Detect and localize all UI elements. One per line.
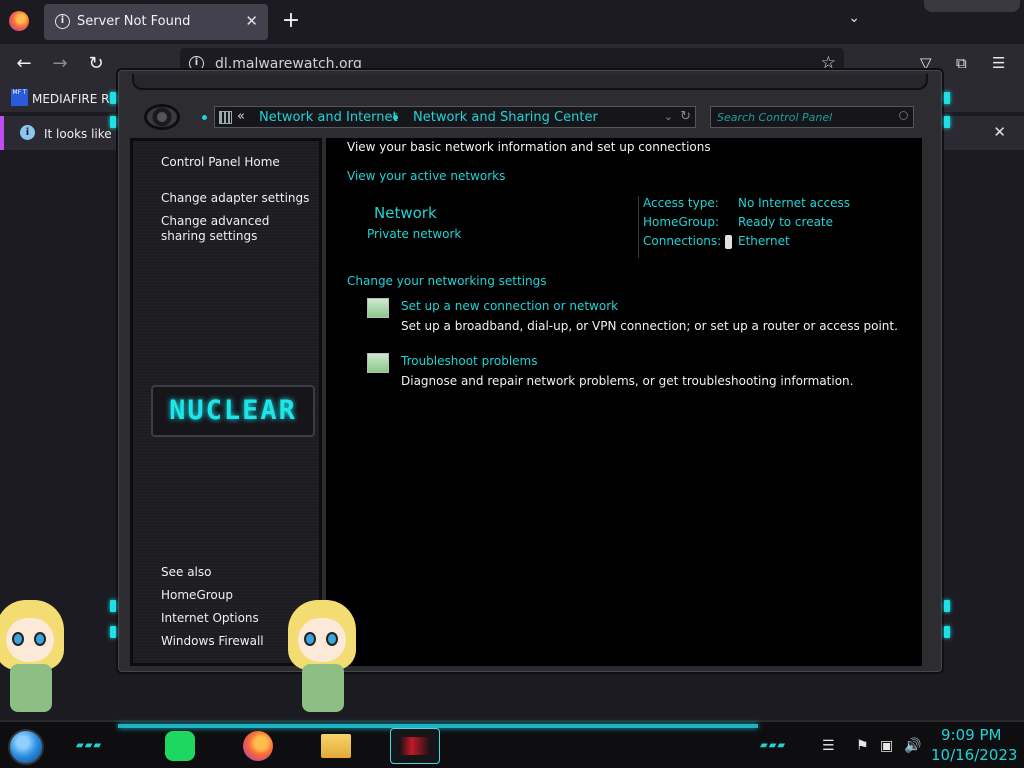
window-caption-area bbox=[924, 0, 1020, 12]
start-button[interactable] bbox=[8, 729, 44, 765]
refresh-icon[interactable]: ↻ bbox=[680, 109, 691, 124]
network-name: Network bbox=[374, 204, 437, 222]
folder-icon bbox=[321, 734, 351, 758]
change-settings-heading: Change your networking settings bbox=[347, 274, 547, 288]
main-content: View your basic network information and … bbox=[326, 138, 922, 666]
ethernet-icon bbox=[725, 235, 732, 249]
nav-dot-icon bbox=[202, 115, 207, 120]
divider bbox=[638, 196, 639, 258]
firefox-taskbar-button[interactable] bbox=[238, 728, 278, 764]
info-icon: i bbox=[55, 14, 70, 29]
sidebar-internet-options[interactable]: Internet Options bbox=[161, 611, 259, 626]
extensions-icon[interactable]: ⧉ bbox=[956, 54, 967, 72]
setup-connection-link[interactable]: Set up a new connection or network bbox=[401, 299, 618, 313]
frame-accent bbox=[110, 116, 116, 128]
character-body bbox=[302, 664, 344, 712]
homegroup-value-link[interactable]: Ready to create bbox=[738, 215, 833, 229]
troubleshoot-desc: Diagnose and repair network problems, or… bbox=[401, 374, 854, 388]
frame-accent bbox=[110, 600, 116, 612]
network-tray-icon[interactable]: ▣ bbox=[880, 738, 893, 754]
nuclear-theme-logo: NUCLEAR bbox=[151, 385, 315, 437]
back-arrow-icon[interactable]: ← bbox=[13, 53, 35, 75]
search-placeholder: Search Control Panel bbox=[717, 111, 833, 124]
spotify-icon bbox=[165, 731, 195, 761]
character-eye bbox=[304, 632, 316, 646]
access-type-label: Access type: bbox=[643, 196, 719, 210]
list-all-tabs-chevron-icon[interactable]: ⌄ bbox=[848, 10, 860, 26]
control-panel-window: « Network and Internet Network and Shari… bbox=[110, 68, 950, 674]
troubleshoot-icon bbox=[367, 353, 389, 373]
troubleshoot-link[interactable]: Troubleshoot problems bbox=[401, 354, 537, 368]
setup-connection-desc: Set up a broadband, dial-up, or VPN conn… bbox=[401, 319, 898, 333]
close-tab-icon[interactable]: ✕ bbox=[245, 12, 258, 30]
taskbar-decoration: ▰▰▰ bbox=[76, 740, 103, 751]
clock-time[interactable]: 9:09 PM bbox=[941, 726, 1001, 744]
frame-accent bbox=[944, 116, 950, 128]
ethernet-connection-link[interactable]: Ethernet bbox=[738, 234, 790, 248]
frame-accent bbox=[110, 92, 116, 104]
sidebar-homegroup[interactable]: HomeGroup bbox=[161, 588, 233, 603]
frame-accent bbox=[944, 92, 950, 104]
search-icon[interactable] bbox=[899, 111, 908, 120]
active-networks-heading: View your active networks bbox=[347, 169, 506, 183]
sidebar-control-panel-home[interactable]: Control Panel Home bbox=[161, 155, 280, 170]
breadcrumb-overflow-icon[interactable]: « bbox=[237, 109, 245, 124]
window-top-frame bbox=[132, 74, 928, 90]
sidebar-windows-firewall[interactable]: Windows Firewall bbox=[161, 634, 264, 649]
action-center-flag-icon[interactable]: ⚑ bbox=[856, 738, 869, 754]
taskbar-decoration: ▰▰▰ bbox=[760, 740, 787, 751]
spotify-taskbar-button[interactable] bbox=[160, 728, 200, 764]
desktop-character-image bbox=[0, 600, 66, 720]
frame-accent bbox=[944, 626, 950, 638]
file-explorer-taskbar-button[interactable] bbox=[316, 728, 356, 764]
volume-icon[interactable]: 🔊 bbox=[904, 738, 921, 754]
desktop-character-image bbox=[288, 600, 358, 720]
control-panel-icon bbox=[399, 737, 431, 755]
browser-tab-bar: i Server Not Found ✕ + ⌄ bbox=[0, 0, 1024, 44]
reload-icon[interactable]: ↻ bbox=[85, 53, 107, 75]
new-tab-button[interactable]: + bbox=[280, 8, 302, 34]
firefox-logo-icon[interactable] bbox=[9, 11, 29, 31]
browser-tab[interactable]: i Server Not Found ✕ bbox=[44, 4, 268, 40]
access-type-value: No Internet access bbox=[738, 196, 851, 210]
network-type-link[interactable]: Private network bbox=[367, 227, 461, 241]
notification-text: It looks like bbox=[44, 127, 112, 141]
address-bar[interactable]: « Network and Internet Network and Shari… bbox=[214, 106, 696, 128]
new-connection-icon bbox=[367, 298, 389, 318]
breadcrumb-separator-icon[interactable] bbox=[393, 115, 398, 120]
see-also-heading: See also bbox=[161, 565, 212, 579]
sidebar-change-advanced-sharing[interactable]: Change advanced sharing settings bbox=[161, 214, 311, 244]
homegroup-label: HomeGroup: bbox=[643, 215, 720, 229]
forward-arrow-icon[interactable]: → bbox=[49, 53, 71, 75]
character-body bbox=[10, 664, 52, 712]
close-notification-icon[interactable]: ✕ bbox=[993, 123, 1006, 141]
frame-accent bbox=[110, 626, 116, 638]
mediafire-bookmark-icon[interactable]: MF T bbox=[11, 89, 28, 106]
taskbar-accent-glow bbox=[118, 724, 758, 728]
control-panel-icon bbox=[219, 111, 232, 124]
bookmark-mediafire[interactable]: MEDIAFIRE RO bbox=[32, 92, 119, 106]
control-panel-taskbar-button[interactable] bbox=[390, 728, 440, 764]
character-eye bbox=[326, 632, 338, 646]
menu-hamburger-icon[interactable]: ☰ bbox=[992, 54, 1005, 72]
connections-label: Connections: bbox=[643, 234, 722, 248]
sidebar: Control Panel Home Change adapter settin… bbox=[130, 138, 322, 666]
show-hidden-icons-icon[interactable]: ☰ bbox=[822, 738, 835, 754]
breadcrumb-network-sharing-center[interactable]: Network and Sharing Center bbox=[413, 110, 598, 125]
frame-accent bbox=[944, 600, 950, 612]
clock-date[interactable]: 10/16/2023 bbox=[931, 746, 1017, 764]
breadcrumb-network-and-internet[interactable]: Network and Internet bbox=[259, 110, 398, 125]
character-eye bbox=[34, 632, 46, 646]
back-forward-orb-icon[interactable] bbox=[144, 104, 180, 130]
sidebar-change-adapter-settings[interactable]: Change adapter settings bbox=[161, 191, 309, 206]
info-icon: i bbox=[20, 125, 35, 140]
character-eye bbox=[12, 632, 24, 646]
firefox-icon bbox=[243, 731, 273, 761]
search-control-panel-input[interactable]: Search Control Panel bbox=[710, 106, 914, 128]
address-dropdown-icon[interactable]: ⌄ bbox=[664, 110, 673, 123]
page-heading: View your basic network information and … bbox=[347, 140, 711, 154]
tab-title: Server Not Found bbox=[77, 14, 191, 29]
